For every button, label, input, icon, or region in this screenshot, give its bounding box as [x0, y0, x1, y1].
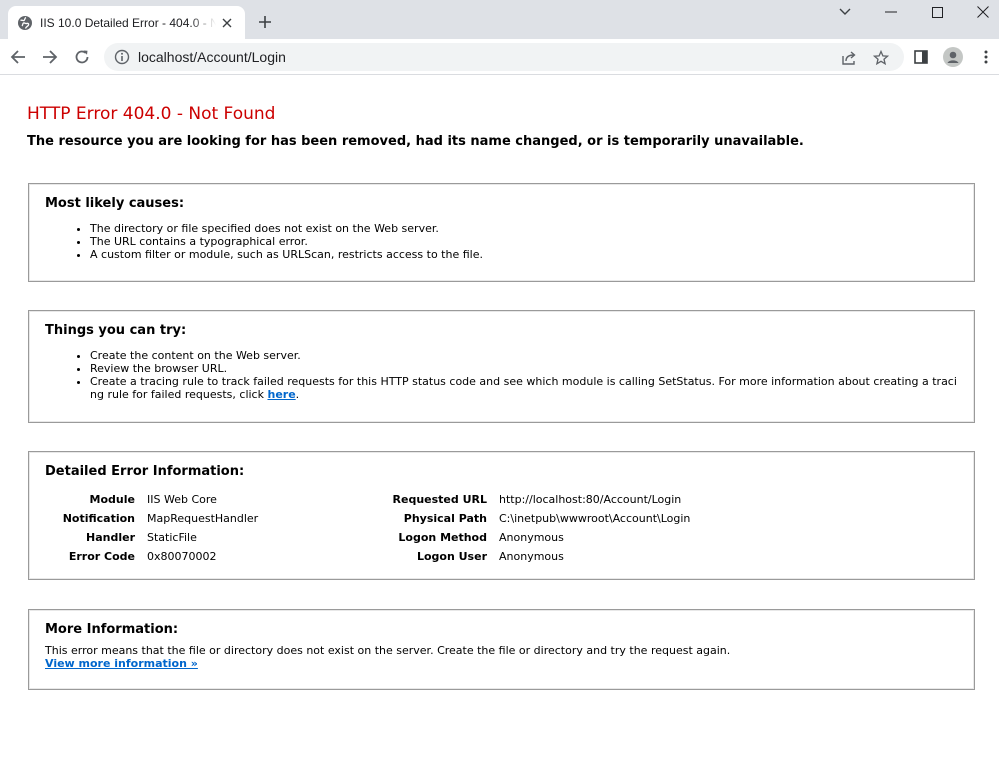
tab-strip: IIS 10.0 Detailed Error - 404.0 - Not Fo… [0, 0, 999, 39]
address-bar[interactable]: localhost/Account/Login [104, 43, 904, 71]
detail-label: Handler [86, 531, 135, 544]
detail-label: Physical Path [403, 512, 487, 525]
detail-value: Anonymous [499, 531, 564, 544]
forward-arrow-icon[interactable] [38, 45, 62, 69]
details-right-table: Requested URL http://localhost:80/Accoun… [369, 490, 691, 566]
try-box: Things you can try: Create the content o… [28, 310, 975, 423]
detail-label: Module [89, 493, 135, 506]
details-box: Detailed Error Information: Module IIS W… [28, 451, 975, 580]
tracing-text: Create a tracing rule to track failed re… [90, 375, 957, 401]
detail-label: Logon User [416, 550, 487, 563]
side-panel-icon[interactable] [911, 47, 931, 67]
minimize-icon[interactable] [868, 2, 914, 22]
browser-tab[interactable]: IIS 10.0 Detailed Error - 404.0 - Not Fo… [8, 6, 245, 39]
back-arrow-icon[interactable] [6, 45, 30, 69]
detail-row: Notification MapRequestHandler [49, 509, 259, 528]
try-heading: Things you can try: [45, 323, 187, 338]
detail-row: Logon User Anonymous [369, 547, 690, 566]
detail-label: Logon Method [398, 531, 487, 544]
bookmark-star-icon[interactable] [872, 49, 890, 67]
tracing-end: . [295, 388, 300, 401]
more-menu-icon[interactable] [976, 47, 996, 67]
window-close-icon[interactable] [960, 2, 999, 22]
detail-value: http://localhost:80/Account/Login [499, 493, 682, 506]
list-item: The URL contains a typographical error. [90, 235, 970, 248]
detail-row: Physical Path C:\inetpub\wwwroot\Account… [369, 509, 691, 528]
tab-title: IIS 10.0 Detailed Error - 404.0 - Not Fo… [40, 15, 216, 30]
maximize-icon[interactable] [914, 2, 960, 22]
list-item: Create a tracing rule to track failed re… [90, 375, 958, 401]
error-subtitle: The resource you are looking for has bee… [27, 134, 804, 149]
detail-value: C:\inetpub\wwwroot\Account\Login [499, 512, 691, 525]
causes-box: Most likely causes: The directory or fil… [28, 183, 975, 282]
more-info-heading: More Information: [45, 622, 179, 637]
view-more-information-link[interactable]: View more information » [45, 657, 198, 670]
detail-row: Handler StaticFile [49, 528, 258, 547]
causes-heading: Most likely causes: [45, 196, 185, 211]
detail-row: Logon Method Anonymous [369, 528, 690, 547]
profile-avatar-icon[interactable] [943, 47, 963, 67]
causes-list: The directory or file specified does not… [90, 222, 970, 261]
share-icon[interactable] [840, 49, 858, 67]
tab-search-icon[interactable] [822, 2, 868, 22]
detail-label: Error Code [68, 550, 135, 563]
detail-value: MapRequestHandler [147, 512, 259, 525]
here-link[interactable]: here [267, 388, 295, 401]
url-text: localhost/Account/Login [138, 49, 286, 65]
error-title: HTTP Error 404.0 - Not Found [27, 104, 276, 124]
page-content: HTTP Error 404.0 - Not Found The resourc… [0, 76, 999, 766]
details-heading: Detailed Error Information: [45, 464, 245, 479]
detail-value: IIS Web Core [147, 493, 217, 506]
reload-icon[interactable] [70, 45, 94, 69]
more-info-box: More Information: This error means that … [28, 609, 975, 690]
site-info-icon[interactable] [114, 49, 130, 65]
detail-value: Anonymous [499, 550, 564, 563]
new-tab-icon[interactable] [255, 12, 275, 32]
more-info-text: This error means that the file or direct… [45, 644, 965, 670]
globe-icon [17, 15, 33, 31]
browser-toolbar: localhost/Account/Login [0, 39, 999, 75]
detail-row: Module IIS Web Core [49, 490, 258, 509]
try-list: Create the content on the Web server. Re… [90, 349, 958, 401]
detail-row: Error Code 0x80070002 [49, 547, 258, 566]
more-info-description: This error means that the file or direct… [45, 644, 731, 657]
list-item: Create the content on the Web server. [90, 349, 958, 362]
details-left-table: Module IIS Web Core Notification MapRequ… [49, 490, 259, 566]
list-item: The directory or file specified does not… [90, 222, 970, 235]
close-tab-icon[interactable] [219, 15, 235, 31]
detail-label: Requested URL [392, 493, 487, 506]
detail-label: Notification [62, 512, 135, 525]
detail-value: 0x80070002 [147, 550, 217, 563]
detail-row: Requested URL http://localhost:80/Accoun… [369, 490, 690, 509]
list-item: A custom filter or module, such as URLSc… [90, 248, 970, 261]
detail-value: StaticFile [147, 531, 197, 544]
list-item: Review the browser URL. [90, 362, 958, 375]
